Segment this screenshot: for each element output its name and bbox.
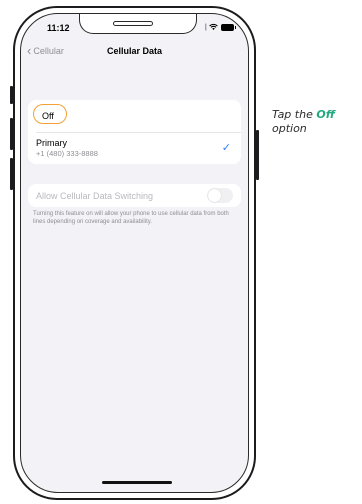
status-icons: || — [204, 23, 236, 31]
wifi-icon — [209, 23, 218, 30]
phone-frame: 11:12 || ‹ Cellular Cellular Data Off Pr… — [13, 6, 256, 500]
cellular-data-options: Off Primary +1 (480) 333-8888 ✓ — [28, 100, 241, 164]
option-off[interactable]: Off — [28, 100, 241, 132]
option-primary-number: +1 (480) 333-8888 — [36, 149, 98, 158]
data-switching-label: Allow Cellular Data Switching — [36, 191, 154, 201]
instruction-prefix: Tap the — [272, 108, 317, 121]
navigation-bar: ‹ Cellular Cellular Data — [21, 44, 248, 66]
data-switching-toggle[interactable] — [207, 188, 233, 203]
speaker — [113, 21, 153, 26]
phone-screen: 11:12 || ‹ Cellular Cellular Data Off Pr… — [20, 13, 249, 493]
status-time: 11:12 — [47, 23, 70, 33]
instruction-suffix: option — [272, 122, 307, 135]
battery-icon — [221, 23, 236, 31]
instruction-highlight: Off — [316, 108, 335, 121]
checkmark-icon: ✓ — [221, 142, 231, 154]
page-title: Cellular Data — [106, 46, 163, 56]
option-primary[interactable]: Primary +1 (480) 333-8888 ✓ — [28, 132, 241, 164]
data-switching-footnote: Turning this feature on will allow your … — [33, 211, 229, 225]
toggle-knob — [208, 189, 221, 202]
option-primary-label: Primary — [36, 138, 67, 148]
instruction-text: Tap the Off option — [272, 108, 360, 136]
data-switching-row: Allow Cellular Data Switching — [28, 184, 241, 207]
power-button — [256, 130, 259, 180]
home-indicator — [102, 481, 172, 484]
option-off-label: Off — [42, 111, 54, 121]
signal-icon: || — [204, 23, 206, 31]
